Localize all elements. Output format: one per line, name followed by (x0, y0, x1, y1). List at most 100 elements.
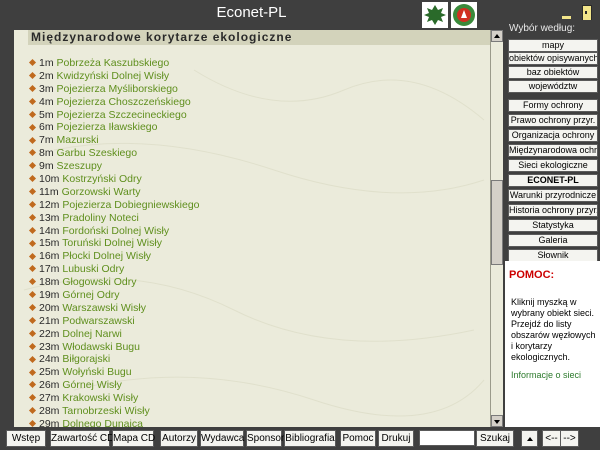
forward-button[interactable]: --> (560, 430, 579, 447)
nav-button[interactable]: ECONET-PL (508, 174, 598, 187)
item-code: 13m (39, 211, 60, 224)
content-scrollbar[interactable] (490, 30, 503, 427)
list-item[interactable]: 20m Warszawski Wisły (28, 302, 200, 315)
item-name[interactable]: Pojezierza Choszczeńskiego (57, 96, 191, 108)
list-item[interactable]: 9m Szeszupy (28, 160, 200, 173)
list-item[interactable]: 10m Kostrzyński Odry (28, 173, 200, 186)
list-item[interactable]: 19m Górnej Odry (28, 289, 200, 302)
item-name[interactable]: Kostrzyński Odry (62, 173, 141, 185)
list-item[interactable]: 1m Pobrzeża Kaszubskiego (28, 57, 200, 70)
list-item[interactable]: 17m Lubuski Odry (28, 263, 200, 276)
item-name[interactable]: Pojezierza Szczecineckiego (57, 109, 187, 121)
content-panel: Międzynarodowe korytarze ekologiczne 1m … (14, 30, 490, 427)
toolbar-button[interactable]: Wstęp (6, 430, 46, 447)
nav-button[interactable]: Organizacja ochrony (508, 129, 598, 142)
diamond-bullet-icon (28, 97, 37, 105)
search-input[interactable] (419, 430, 475, 446)
list-item[interactable]: 16m Płocki Dolnej Wisły (28, 250, 200, 263)
list-item[interactable]: 28m Tarnobrzeski Wisły (28, 405, 200, 418)
diamond-bullet-icon (28, 304, 37, 312)
list-item[interactable]: 5m Pojezierza Szczecineckiego (28, 109, 200, 122)
item-name[interactable]: Fordoński Dolnej Wisły (62, 225, 169, 237)
list-item[interactable]: 22m Dolnej Narwi (28, 328, 200, 341)
item-name[interactable]: Garbu Szeskiego (57, 147, 138, 159)
select-button[interactable]: baz obiektów (508, 66, 598, 79)
list-item[interactable]: 27m Krakowski Wisły (28, 392, 200, 405)
item-name[interactable]: Dolnej Narwi (62, 328, 122, 340)
item-name[interactable]: Krakowski Wisły (62, 392, 138, 404)
list-item[interactable]: 21m Podwarszawski (28, 315, 200, 328)
nav-button[interactable]: Formy ochrony (508, 99, 598, 112)
list-item[interactable]: 29m Dolnego Dunajca (28, 418, 200, 427)
help-link[interactable]: Informacje o sieci (511, 370, 581, 380)
toolbar-button[interactable]: Mapa CD (112, 430, 155, 447)
nav-button[interactable]: Sieci ekologiczne (508, 159, 598, 172)
up-button[interactable] (521, 430, 538, 447)
item-code: 10m (39, 173, 60, 186)
item-name[interactable]: Dolnego Dunajca (62, 418, 143, 427)
scroll-thumb[interactable] (491, 180, 503, 265)
nav-button[interactable]: Statystyka (508, 219, 598, 232)
list-item[interactable]: 4m Pojezierza Choszczeńskiego (28, 96, 200, 109)
nav-button[interactable]: Międzynarodowa ochr. (508, 144, 598, 157)
scroll-down-button[interactable] (491, 415, 503, 427)
nav-button[interactable]: Prawo ochrony przyr. (508, 114, 598, 127)
select-button[interactable]: mapy (508, 39, 598, 52)
item-name[interactable]: Pradoliny Noteci (62, 212, 138, 224)
toolbar-button[interactable]: Wydawca (200, 430, 244, 447)
list-item[interactable]: 25m Wołyński Bugu (28, 366, 200, 379)
item-name[interactable]: Podwarszawski (62, 315, 134, 327)
toolbar-button[interactable]: Autorzy (160, 430, 198, 447)
item-name[interactable]: Pojezierza Myśliborskiego (57, 83, 178, 95)
item-name[interactable]: Tarnobrzeski Wisły (62, 405, 150, 417)
nav-button[interactable]: Warunki przyrodnicze (508, 189, 598, 202)
item-name[interactable]: Włodawski Bugu (62, 341, 140, 353)
list-item[interactable]: 13m Pradoliny Noteci (28, 211, 200, 225)
toolbar-button[interactable]: Pomoc (340, 430, 376, 447)
toolbar-button[interactable]: Szukaj (476, 430, 514, 447)
list-item[interactable]: 12m Pojezierza Dobiegniewskiego (28, 199, 200, 212)
list-item[interactable]: 15m Toruński Dolnej Wisły (28, 237, 200, 250)
toolbar-button[interactable]: Bibliografia (284, 430, 336, 447)
list-item[interactable]: 11m Gorzowski Warty (28, 186, 200, 199)
nav-button[interactable]: Galeria (508, 234, 598, 247)
item-name[interactable]: Szeszupy (57, 160, 103, 172)
toolbar-button[interactable]: Drukuj (378, 430, 414, 447)
item-name[interactable]: Kwidzyński Dolnej Wisły (57, 70, 170, 82)
select-button[interactable]: obiektów opisywanych (508, 52, 598, 65)
exit-door-icon[interactable] (582, 5, 592, 21)
list-item[interactable]: 26m Górnej Wisły (28, 379, 200, 392)
select-button[interactable]: województw (508, 80, 598, 93)
toolbar-button[interactable]: Zawartość CD (50, 430, 114, 447)
list-item[interactable]: 8m Garbu Szeskiego (28, 147, 200, 160)
list-item[interactable]: 23m Włodawski Bugu (28, 341, 200, 354)
minimize-icon[interactable] (562, 16, 571, 19)
toolbar-button[interactable]: Sponsor (246, 430, 284, 447)
item-name[interactable]: Górnej Odry (62, 289, 119, 301)
item-name[interactable]: Pobrzeża Kaszubskiego (57, 57, 170, 69)
diamond-bullet-icon (28, 239, 37, 247)
nav-button[interactable]: Historia ochrony przyr. (508, 204, 598, 217)
list-item[interactable]: 6m Pojezierza Iławskiego (28, 121, 200, 134)
item-name[interactable]: Górnej Wisły (62, 379, 122, 391)
list-item[interactable]: 3m Pojezierza Myśliborskiego (28, 83, 200, 96)
item-name[interactable]: Toruński Dolnej Wisły (62, 237, 162, 249)
item-name[interactable]: Biłgorajski (62, 353, 110, 365)
list-item[interactable]: 2m Kwidzyński Dolnej Wisły (28, 70, 200, 83)
list-item[interactable]: 7m Mazurski (28, 134, 200, 147)
item-name[interactable]: Wołyński Bugu (62, 366, 131, 378)
list-item[interactable]: 24m Biłgorajski (28, 353, 200, 366)
list-item[interactable]: 14m Fordoński Dolnej Wisły (28, 225, 200, 238)
back-button[interactable]: <-- (542, 430, 561, 447)
item-name[interactable]: Pojezierza Iławskiego (57, 121, 158, 133)
item-name[interactable]: Mazurski (57, 134, 99, 146)
item-name[interactable]: Lubuski Odry (62, 263, 124, 275)
item-name[interactable]: Płocki Dolnej Wisły (62, 250, 151, 262)
item-name[interactable]: Pojezierza Dobiegniewskiego (62, 199, 199, 211)
scroll-up-button[interactable] (491, 30, 503, 42)
item-name[interactable]: Gorzowski Warty (62, 186, 141, 198)
item-name[interactable]: Głogowski Odry (62, 276, 136, 288)
diamond-bullet-icon (28, 175, 37, 183)
list-item[interactable]: 18m Głogowski Odry (28, 276, 200, 289)
item-name[interactable]: Warszawski Wisły (62, 302, 146, 314)
